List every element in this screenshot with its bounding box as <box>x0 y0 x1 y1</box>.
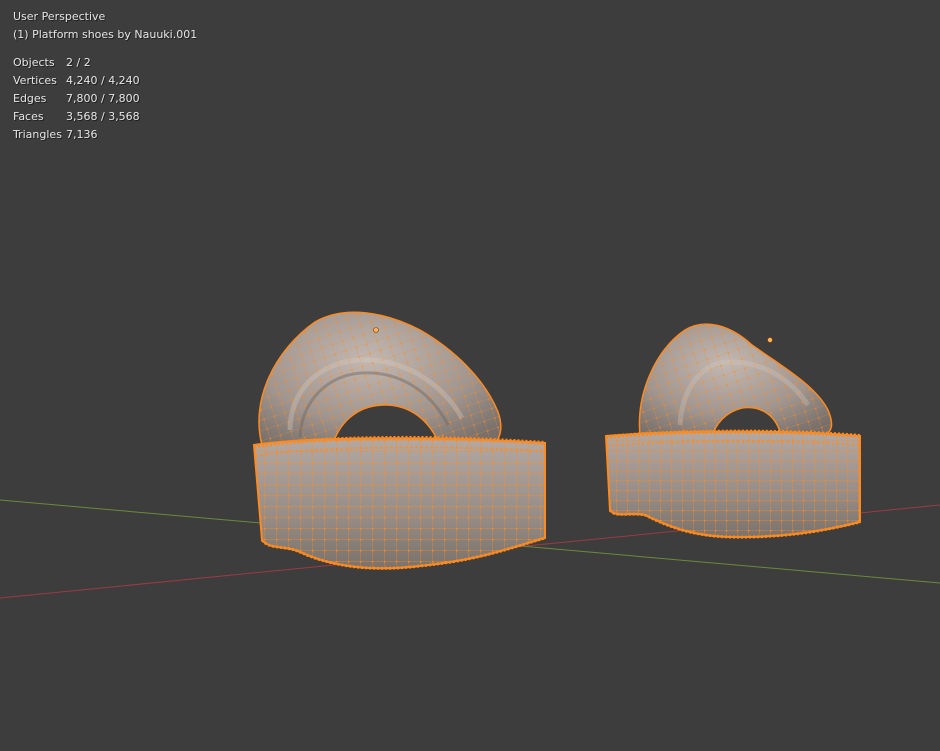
viewport-info-overlay: User Perspective (1) Platform shoes by N… <box>13 8 197 144</box>
stat-value: 7,136 <box>66 128 98 141</box>
stat-faces: Faces 3,568 / 3,568 <box>13 108 197 126</box>
stat-label: Edges <box>13 92 47 105</box>
stat-label: Objects <box>13 56 55 69</box>
left-platform-shoe[interactable] <box>252 311 546 570</box>
left-shoe-origin-point <box>373 327 379 333</box>
stat-vertices: Vertices 4,240 / 4,240 <box>13 72 197 90</box>
3d-viewport[interactable]: User Perspective (1) Platform shoes by N… <box>0 0 940 751</box>
stat-value: 2 / 2 <box>66 56 91 69</box>
stat-value: 3,568 / 3,568 <box>66 110 140 123</box>
active-object-name: (1) Platform shoes by Nauuki.001 <box>13 28 198 41</box>
stat-value: 4,240 / 4,240 <box>66 74 140 87</box>
right-shoe-platform-wire <box>606 431 860 538</box>
stat-label: Triangles <box>13 128 62 141</box>
right-shoe-origin-point <box>767 337 773 343</box>
stat-objects: Objects 2 / 2 <box>13 54 197 72</box>
right-platform-shoe[interactable] <box>604 323 861 539</box>
stat-triangles: Triangles 7,136 <box>13 126 197 144</box>
view-name: User Perspective <box>13 10 106 23</box>
stat-edges: Edges 7,800 / 7,800 <box>13 90 197 108</box>
left-shoe-strap-wire <box>258 312 501 448</box>
stat-label: Faces <box>13 110 44 123</box>
stat-label: Vertices <box>13 74 57 87</box>
stat-value: 7,800 / 7,800 <box>66 92 140 105</box>
left-shoe-platform-wire <box>254 438 545 569</box>
